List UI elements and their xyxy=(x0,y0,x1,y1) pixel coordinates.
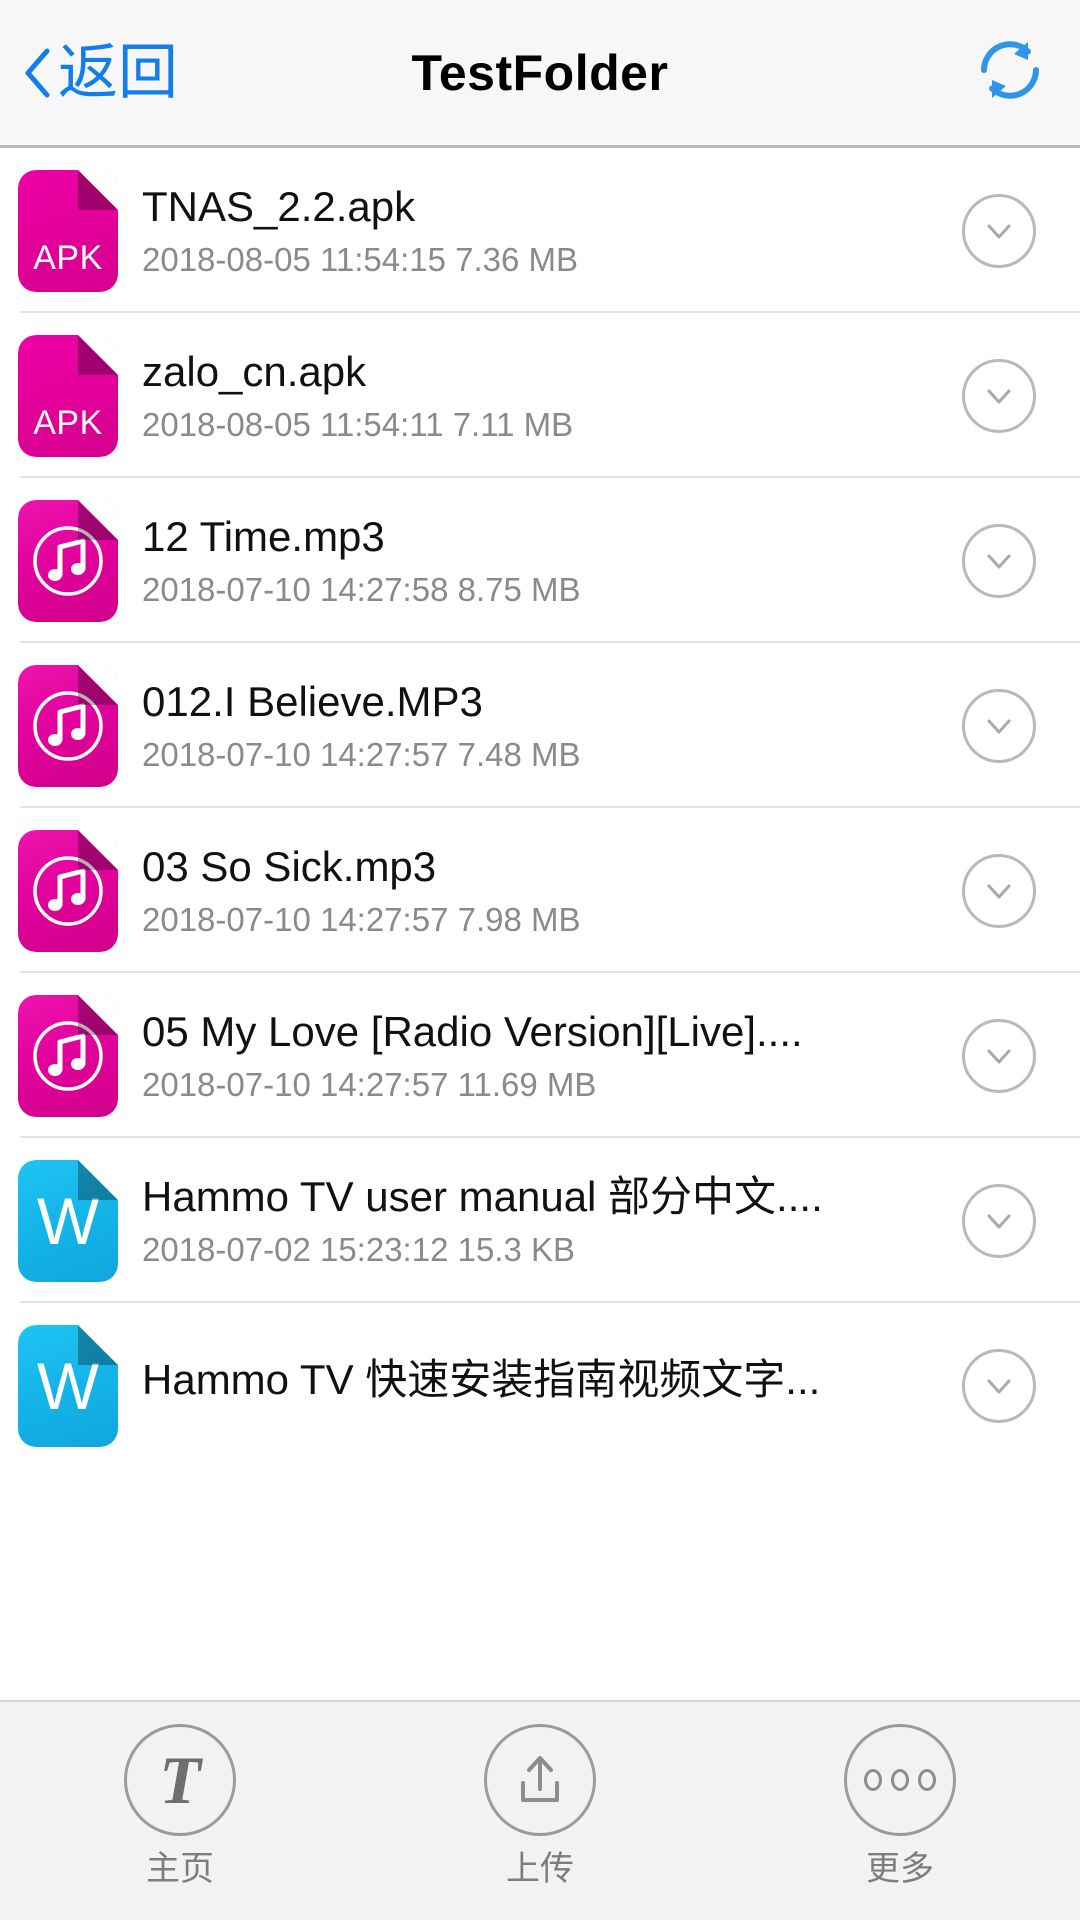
file-name: 05 My Love [Radio Version][Live].... xyxy=(142,1007,803,1055)
icon-label: APK xyxy=(33,403,103,442)
folded-corner-icon xyxy=(78,334,118,375)
upload-button-label: 上传 xyxy=(506,1850,574,1888)
table-row[interactable]: W Hammo TV 快速安装指南视频文字... xyxy=(0,1303,1080,1468)
refresh-button[interactable] xyxy=(970,0,1050,145)
file-info: 012.I Believe.MP3 2018-07-10 14:27:57 7.… xyxy=(118,678,962,773)
file-meta: 2018-07-10 14:27:58 8.75 MB xyxy=(142,571,581,608)
music-file-icon xyxy=(18,994,118,1117)
music-file-icon xyxy=(18,664,118,787)
file-name: 03 So Sick.mp3 xyxy=(142,842,437,890)
chevron-left-icon xyxy=(22,47,52,99)
folded-corner-icon xyxy=(78,169,118,210)
apk-file-icon: APK xyxy=(18,169,118,292)
file-info: 03 So Sick.mp3 2018-07-10 14:27:57 7.98 … xyxy=(118,843,962,938)
music-file-icon xyxy=(18,499,118,622)
file-meta: 2018-07-10 14:27:57 7.48 MB xyxy=(142,736,581,773)
file-meta: 2018-07-10 14:27:57 11.69 MB xyxy=(142,1066,597,1103)
icon-label: APK xyxy=(33,238,103,277)
file-name: Hammo TV 快速安装指南视频文字... xyxy=(142,1355,821,1403)
file-info: 12 Time.mp3 2018-07-10 14:27:58 8.75 MB xyxy=(118,513,962,608)
back-button-label: 返回 xyxy=(58,38,178,106)
word-file-icon: W xyxy=(18,1324,118,1447)
chevron-down-icon[interactable] xyxy=(962,1183,1036,1258)
file-name: Hammo TV user manual 部分中文.... xyxy=(142,1172,823,1220)
chevron-down-icon[interactable] xyxy=(962,1018,1036,1093)
folded-corner-icon xyxy=(78,664,118,705)
chevron-down-icon[interactable] xyxy=(962,523,1036,598)
text-t-icon: T xyxy=(124,1724,236,1836)
file-meta: 2018-08-05 11:54:15 7.36 MB xyxy=(142,241,579,278)
app-header: 返回 TestFolder xyxy=(0,0,1080,148)
file-info: Hammo TV 快速安装指南视频文字... xyxy=(118,1356,962,1415)
home-button[interactable]: T 主页 xyxy=(0,1724,360,1886)
file-name: 12 Time.mp3 xyxy=(142,512,385,560)
chevron-down-icon[interactable] xyxy=(962,853,1036,928)
file-meta: 2018-07-02 15:23:12 15.3 KB xyxy=(142,1231,576,1268)
more-button-label: 更多 xyxy=(866,1850,934,1888)
refresh-icon xyxy=(970,30,1050,115)
folded-corner-icon xyxy=(78,1159,118,1200)
file-info: 05 My Love [Radio Version][Live].... 201… xyxy=(118,1008,962,1103)
file-browser-screen: 返回 TestFolder APK TNAS_2.2.apk 2018-08-0… xyxy=(0,0,1080,1920)
word-file-icon: W xyxy=(18,1159,118,1282)
table-row[interactable]: 05 My Love [Radio Version][Live].... 201… xyxy=(0,973,1080,1138)
more-dots-icon xyxy=(844,1724,956,1836)
file-list[interactable]: APK TNAS_2.2.apk 2018-08-05 11:54:15 7.3… xyxy=(0,148,1080,1700)
file-meta: 2018-08-05 11:54:11 7.11 MB xyxy=(142,406,574,443)
bottom-toolbar: T 主页 上传 更多 xyxy=(0,1700,1080,1920)
file-meta: 2018-07-10 14:27:57 7.98 MB xyxy=(142,901,581,938)
table-row[interactable]: APK TNAS_2.2.apk 2018-08-05 11:54:15 7.3… xyxy=(0,148,1080,313)
file-name: 012.I Believe.MP3 xyxy=(142,677,483,725)
back-button[interactable]: 返回 xyxy=(22,0,196,145)
file-name: zalo_cn.apk xyxy=(142,347,367,395)
folded-corner-icon xyxy=(78,1324,118,1365)
file-info: Hammo TV user manual 部分中文.... 2018-07-02… xyxy=(118,1173,962,1268)
folded-corner-icon xyxy=(78,994,118,1035)
table-row[interactable]: 03 So Sick.mp3 2018-07-10 14:27:57 7.98 … xyxy=(0,808,1080,973)
table-row[interactable]: APK zalo_cn.apk 2018-08-05 11:54:11 7.11… xyxy=(0,313,1080,478)
file-info: TNAS_2.2.apk 2018-08-05 11:54:15 7.36 MB xyxy=(118,183,962,278)
chevron-down-icon[interactable] xyxy=(962,193,1036,268)
chevron-down-icon[interactable] xyxy=(962,688,1036,763)
table-row[interactable]: W Hammo TV user manual 部分中文.... 2018-07-… xyxy=(0,1138,1080,1303)
more-button[interactable]: 更多 xyxy=(720,1724,1080,1886)
table-row[interactable]: 12 Time.mp3 2018-07-10 14:27:58 8.75 MB xyxy=(0,478,1080,643)
home-button-label: 主页 xyxy=(146,1850,214,1888)
file-info: zalo_cn.apk 2018-08-05 11:54:11 7.11 MB xyxy=(118,348,962,443)
chevron-down-icon[interactable] xyxy=(962,1348,1036,1423)
apk-file-icon: APK xyxy=(18,334,118,457)
chevron-down-icon[interactable] xyxy=(962,358,1036,433)
upload-icon xyxy=(484,1724,596,1836)
upload-button[interactable]: 上传 xyxy=(360,1724,720,1886)
file-name: TNAS_2.2.apk xyxy=(142,182,416,230)
folded-corner-icon xyxy=(78,499,118,540)
table-row[interactable]: 012.I Believe.MP3 2018-07-10 14:27:57 7.… xyxy=(0,643,1080,808)
folded-corner-icon xyxy=(78,829,118,870)
music-file-icon xyxy=(18,829,118,952)
